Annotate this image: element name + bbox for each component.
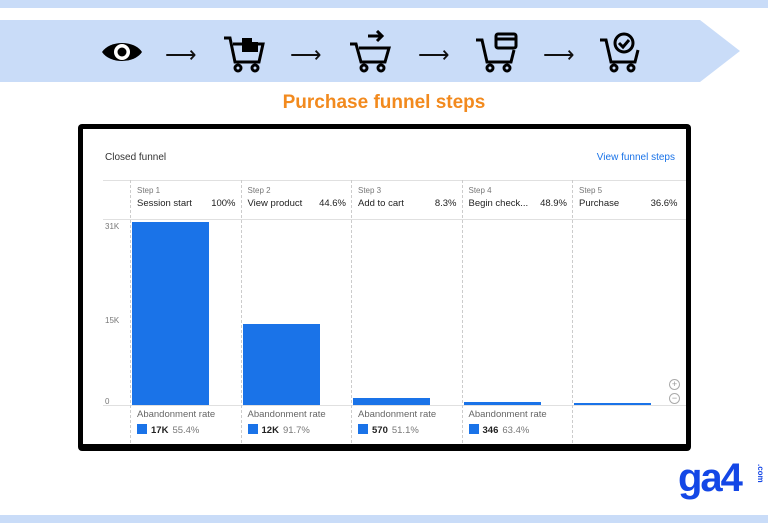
step-number: Step 4 [468, 186, 492, 195]
y-tick: 15K [105, 316, 120, 325]
step-label: Purchase [579, 198, 620, 209]
step-label: View product [247, 198, 303, 209]
funnel-bar[interactable] [242, 323, 320, 405]
bottom-strip [0, 515, 768, 523]
abandonment-rate: 63.4% [502, 425, 530, 436]
eye-icon [102, 43, 142, 61]
cart-bags-icon [224, 36, 265, 73]
funnel-bar[interactable] [132, 222, 209, 405]
legend-swatch [137, 424, 147, 434]
view-funnel-steps-link[interactable]: View funnel steps [597, 152, 675, 163]
abandonment-label: Abandonment rate [137, 409, 216, 420]
legend-swatch [247, 424, 258, 434]
step-number: Step 1 [137, 186, 161, 195]
step-percent: 8.3% [434, 198, 457, 209]
abandonment-rate: 51.1% [391, 425, 419, 436]
funnel-report: Closed funnel View funnel steps 31K 15K … [83, 129, 686, 444]
step-percent: 100% [211, 198, 236, 209]
report-title: Closed funnel [105, 152, 167, 163]
zoom-in-button[interactable]: + [669, 379, 680, 390]
abandonment-rate: 91.7% [282, 425, 310, 436]
step-number: Step 5 [579, 186, 603, 195]
step-number: Step 3 [358, 186, 382, 195]
arrow-icon: ⟶ [165, 42, 197, 67]
abandonment-value: 346 63.4% [468, 424, 530, 436]
zoom-out-button[interactable]: − [669, 393, 680, 404]
funnel-step-4[interactable]: Step 4 Begin check... 48.9% Abandonment r… [461, 180, 573, 443]
step-label: Add to cart [358, 198, 404, 209]
abandonment-value: 12K 91.7% [247, 424, 310, 436]
step-label: Session start [137, 198, 192, 209]
abandonment-count: 17K [151, 425, 169, 436]
cart-check-icon [600, 32, 640, 73]
abandonment-count: 346 [482, 425, 499, 436]
legend-swatch [358, 424, 368, 434]
arrow-icon: ⟶ [418, 42, 450, 67]
legend-swatch [468, 424, 479, 434]
y-tick: 31K [105, 222, 120, 231]
cart-card-icon [476, 32, 518, 73]
abandonment-count: 570 [372, 425, 388, 436]
step-percent: 36.6% [650, 198, 678, 209]
abandonment-value: 17K 55.4% [137, 424, 199, 436]
step-number: Step 2 [247, 186, 271, 195]
top-strip [0, 0, 768, 8]
funnel-step-1[interactable]: Step 1 Session start 100% Abandonment rat… [130, 180, 241, 443]
step-percent: 48.9% [540, 198, 567, 209]
funnel-step-5[interactable]: Step 5 Purchase 36.6% [572, 180, 683, 443]
cart-add-icon [350, 30, 391, 73]
funnel-bar[interactable] [574, 403, 651, 405]
abandonment-label: Abandonment rate [468, 409, 547, 420]
y-tick: 0 [105, 397, 110, 406]
funnel-step-3[interactable]: Step 3 Add to cart 8.3% Abandonment rate … [351, 180, 462, 443]
abandonment-value: 570 51.1% [358, 424, 419, 436]
arrow-icon: ⟶ [543, 42, 575, 67]
page-title: Purchase funnel steps [282, 92, 486, 113]
funnel-step-2[interactable]: Step 2 View product 44.6% Abandonment rat… [240, 180, 352, 443]
abandonment-count: 12K [261, 425, 279, 436]
funnel-bar[interactable] [353, 398, 430, 405]
step-percent: 44.6% [319, 198, 346, 209]
ga4-logo: ga4 .com [678, 456, 765, 500]
arrow-icon: ⟶ [290, 42, 322, 67]
step-label: Begin check... [468, 198, 529, 209]
funnel-report-frame: Closed funnel View funnel steps 31K 15K … [78, 124, 691, 451]
abandonment-label: Abandonment rate [358, 409, 437, 420]
funnel-bar[interactable] [463, 401, 541, 405]
abandonment-rate: 55.4% [172, 425, 200, 436]
abandonment-label: Abandonment rate [247, 409, 326, 420]
